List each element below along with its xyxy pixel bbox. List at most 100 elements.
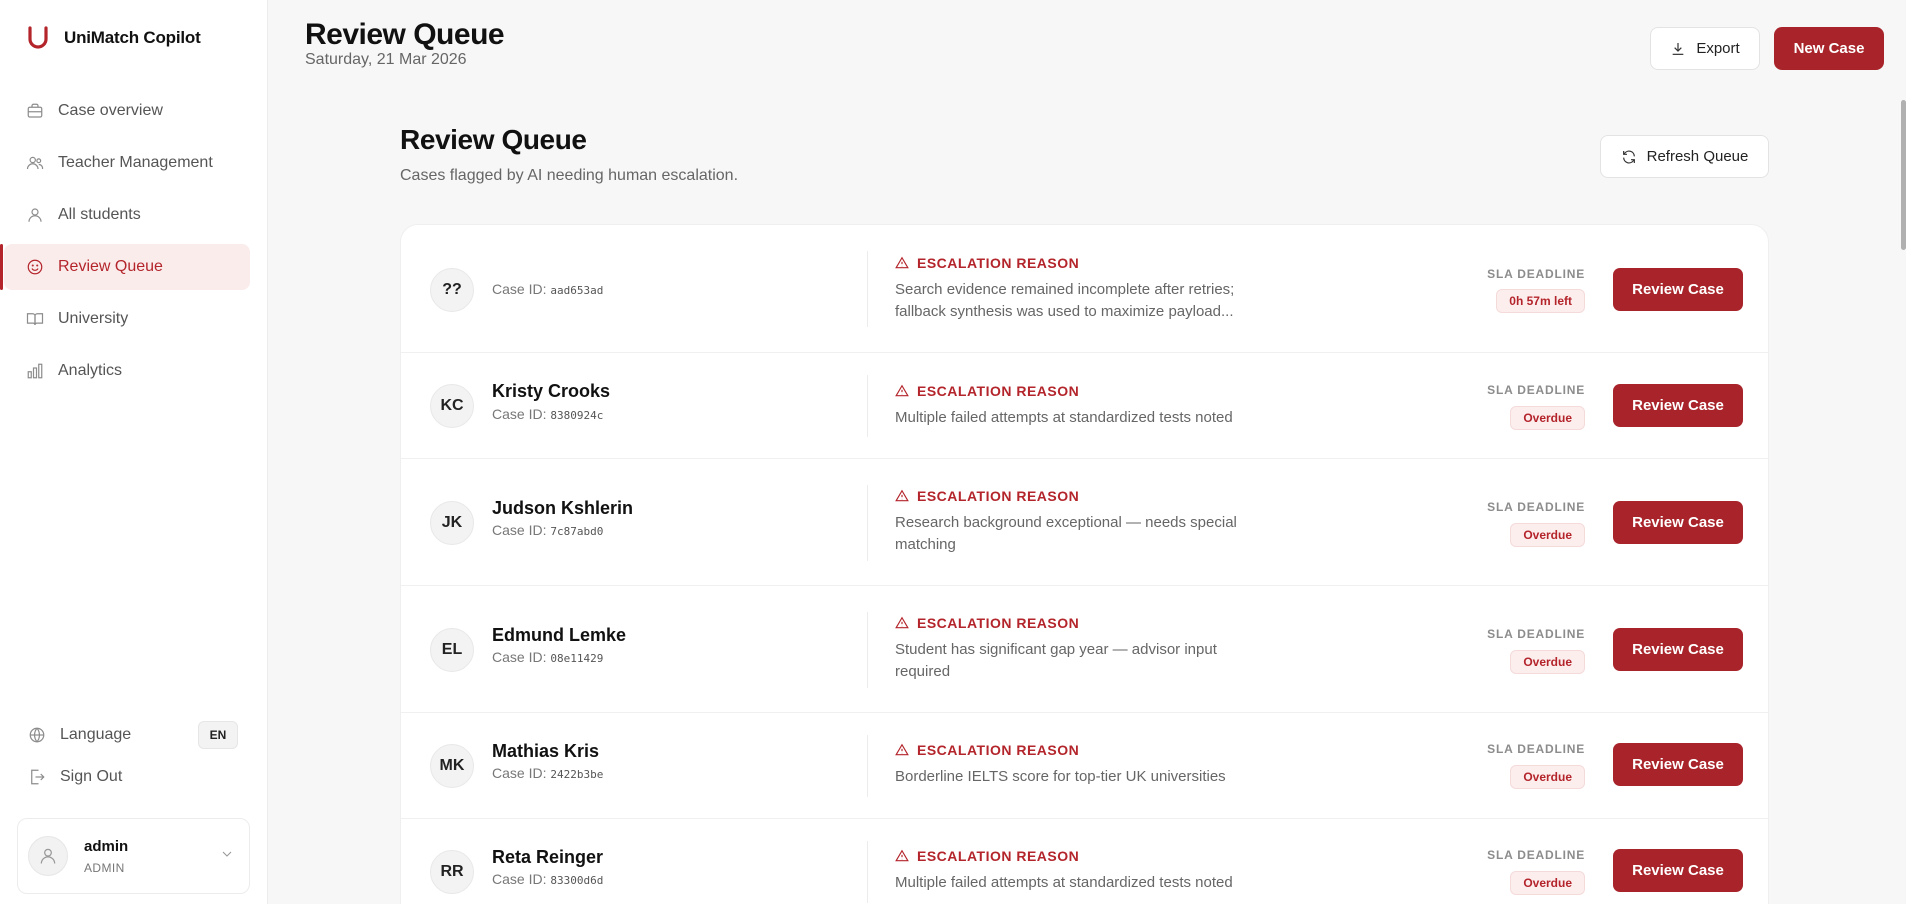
case-id-value: 83300d6d <box>550 874 604 887</box>
divider <box>867 612 868 688</box>
sla-status-badge: Overdue <box>1510 871 1585 895</box>
student-name: Mathias Kris <box>492 741 600 761</box>
warning-icon <box>895 743 909 756</box>
warning-icon <box>895 256 909 269</box>
sidebar-item-label: All students <box>58 206 141 223</box>
case-id: Case ID: 2422b3be <box>492 765 604 781</box>
bar-chart-icon <box>27 363 43 379</box>
download-icon <box>1672 42 1684 55</box>
users-icon <box>26 156 44 170</box>
user-icon <box>40 848 56 864</box>
sla-status-badge: 0h 57m left <box>1496 289 1585 313</box>
sla-status-badge: Overdue <box>1510 650 1585 674</box>
warning-icon <box>895 489 909 502</box>
queue-row: RR Reta Reinger Case ID: 83300d6d ESCALA… <box>401 819 1768 904</box>
queue-row: JK Judson Kshlerin Case ID: 7c87abd0 ESC… <box>401 459 1768 586</box>
student-name: Judson Kshlerin <box>492 498 634 518</box>
user-menu[interactable]: admin ADMIN <box>17 818 250 894</box>
sidebar: UniMatch Copilot Case overview Teacher M… <box>0 0 268 904</box>
case-id: Case ID: 8380924c <box>492 406 604 422</box>
sidebar-item-all-students[interactable]: All students <box>4 192 250 238</box>
sla-deadline-label: SLA DEADLINE <box>1487 848 1585 862</box>
review-case-button[interactable]: Review Case <box>1613 384 1743 427</box>
escalation-reason-label: ESCALATION REASON <box>895 488 1079 504</box>
globe-icon <box>29 727 45 743</box>
case-id: Case ID: 83300d6d <box>492 871 604 887</box>
refresh-label: Refresh Queue <box>1646 148 1749 165</box>
queue-row: MK Mathias Kris Case ID: 2422b3be ESCALA… <box>401 713 1768 819</box>
export-button[interactable]: Export <box>1650 27 1760 70</box>
warning-icon <box>895 616 909 629</box>
divider <box>867 251 868 327</box>
briefcase-icon <box>27 103 43 118</box>
student-initials: RR <box>430 850 474 894</box>
student-initials: ?? <box>430 268 474 312</box>
case-id-value: aad653ad <box>550 284 604 297</box>
sidebar-item-label: Teacher Management <box>58 154 213 171</box>
case-id-value: 08e11429 <box>550 652 604 665</box>
escalation-reason-text: Search evidence remained incomplete afte… <box>895 281 1235 320</box>
language-badge[interactable]: EN <box>198 721 238 749</box>
sla-status-badge: Overdue <box>1510 523 1585 547</box>
sidebar-item-university[interactable]: University <box>4 296 250 342</box>
section-subtitle: Cases flagged by AI needing human escala… <box>400 167 739 184</box>
escalation-reason-label: ESCALATION REASON <box>895 615 1079 631</box>
student-initials: MK <box>430 744 474 788</box>
review-case-button[interactable]: Review Case <box>1613 849 1743 892</box>
escalation-reason-label: ESCALATION REASON <box>895 848 1079 864</box>
review-queue-list: ?? Case ID: aad653ad ESCALATION REASON S… <box>400 224 1769 904</box>
section-title: Review Queue <box>400 124 587 155</box>
user-icon <box>28 208 42 222</box>
student-initials: JK <box>430 501 474 545</box>
case-id-value: 7c87abd0 <box>550 525 604 538</box>
sign-out-button[interactable]: Sign Out <box>28 768 122 786</box>
warning-icon <box>895 849 909 862</box>
refresh-queue-button[interactable]: Refresh Queue <box>1600 135 1769 178</box>
sign-out-icon <box>31 769 45 785</box>
review-case-button[interactable]: Review Case <box>1613 501 1743 544</box>
review-case-button[interactable]: Review Case <box>1613 268 1743 311</box>
sidebar-item-label: Review Queue <box>58 258 163 275</box>
page-date: Saturday, 21 Mar 2026 <box>305 51 467 68</box>
sla-deadline-label: SLA DEADLINE <box>1487 627 1585 641</box>
language-label: Language <box>60 726 132 743</box>
escalation-reason-text: Multiple failed attempts at standardized… <box>895 409 1233 426</box>
sidebar-item-label: University <box>58 310 129 327</box>
page-title: Review Queue <box>305 18 505 51</box>
sla-deadline-label: SLA DEADLINE <box>1487 742 1585 756</box>
divider <box>867 375 868 437</box>
sidebar-item-analytics[interactable]: Analytics <box>4 348 250 394</box>
student-name: Kristy Crooks <box>492 381 611 401</box>
sidebar-item-label: Case overview <box>58 102 163 119</box>
book-icon <box>26 313 44 326</box>
escalation-reason-label: ESCALATION REASON <box>895 742 1079 758</box>
user-role: ADMIN <box>84 860 125 875</box>
sign-out-label: Sign Out <box>60 768 123 785</box>
case-id: Case ID: 08e11429 <box>492 649 604 665</box>
chevron-down-icon[interactable] <box>219 846 235 867</box>
smile-icon <box>27 259 43 275</box>
avatar <box>28 836 68 876</box>
brand[interactable]: UniMatch Copilot <box>26 26 201 50</box>
queue-row: KC Kristy Crooks Case ID: 8380924c ESCAL… <box>401 353 1768 459</box>
review-case-button[interactable]: Review Case <box>1613 628 1743 671</box>
brand-name: UniMatch Copilot <box>64 28 201 47</box>
sidebar-item-review-queue[interactable]: Review Queue <box>0 244 250 290</box>
student-initials: KC <box>430 384 474 428</box>
page-scrollbar[interactable] <box>1901 100 1906 250</box>
sidebar-item-case-overview[interactable]: Case overview <box>4 88 250 134</box>
sla-status-badge: Overdue <box>1510 406 1585 430</box>
student-name: Edmund Lemke <box>492 625 627 645</box>
sidebar-item-teacher-management[interactable]: Teacher Management <box>4 140 250 186</box>
escalation-reason-label: ESCALATION REASON <box>895 255 1079 271</box>
sla-deadline-label: SLA DEADLINE <box>1487 500 1585 514</box>
language-selector[interactable]: Language EN <box>28 720 238 750</box>
case-id-value: 2422b3be <box>550 768 604 781</box>
new-case-button[interactable]: New Case <box>1774 27 1884 70</box>
student-name: Reta Reinger <box>492 847 604 867</box>
user-info: admin ADMIN <box>84 838 128 875</box>
warning-icon <box>895 384 909 397</box>
escalation-reason-label: ESCALATION REASON <box>895 383 1079 399</box>
review-case-button[interactable]: Review Case <box>1613 743 1743 786</box>
escalation-reason-text: Student has significant gap year — advis… <box>895 641 1217 680</box>
